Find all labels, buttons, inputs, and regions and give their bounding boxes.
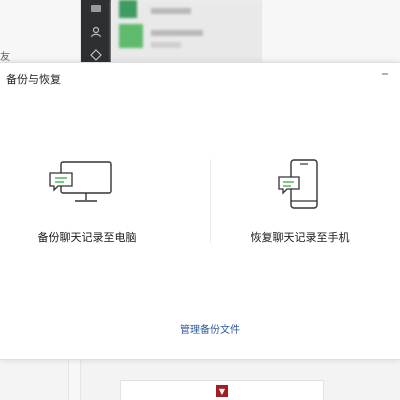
dialog-title: 备份与恢复 [6,73,61,86]
background-avatar [119,0,137,18]
minimize-button[interactable] [378,67,392,81]
restore-to-phone-button[interactable]: 恢复聊天记录至手机 [205,155,400,255]
restore-to-phone-label: 恢复聊天记录至手机 [250,231,350,244]
background-card: ▼ [120,380,324,400]
background-avatar [119,24,143,48]
backup-restore-dialog: 备份与恢复 备份聊天记录至电脑 恢复聊天记录至手机 管理备份文件 [0,62,400,360]
background-text-line [151,8,191,14]
favorites-icon [89,48,103,62]
minimize-icon [382,73,388,75]
manage-backup-files-link[interactable]: 管理备份文件 [0,321,400,336]
phone-chat-icon [277,157,321,213]
background-text-line [151,42,181,48]
contacts-icon [89,25,103,39]
background-text-line [151,30,203,36]
background-nav-rail [81,0,111,62]
background-chat-list [111,0,261,62]
triangle-down-icon: ▼ [216,385,228,397]
chat-icon [89,2,103,16]
background-chat-panel [261,0,400,62]
screen: 友 ▼ 备份与恢复 备份聊天记录至电脑 恢复聊天记录至手机 管理备份文件 [0,0,400,400]
backup-to-pc-label: 备份聊天记录至电脑 [37,231,137,244]
backup-to-pc-button[interactable]: 备份聊天记录至电脑 [0,155,200,255]
background-sidebar-text: 友 [0,52,10,63]
monitor-chat-icon [47,159,117,207]
background-sidebar-bottom [0,358,69,400]
